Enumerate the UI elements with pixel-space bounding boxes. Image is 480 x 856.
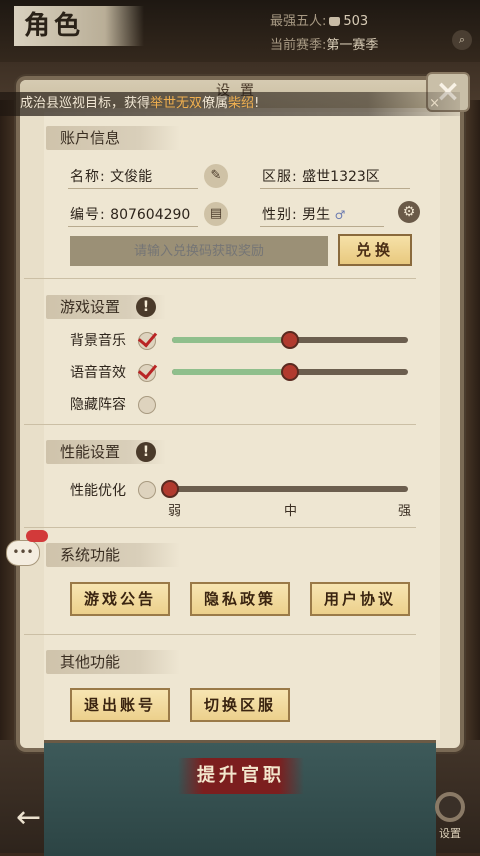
notice-highlight-name: 柴绍 [228,96,255,111]
id-underline [68,226,198,227]
section-account: 账户信息 [46,126,180,150]
scroll-icon[interactable]: ▤ [204,202,228,226]
optimize-checkbox[interactable] [138,481,156,499]
name-field: 名称: 文俊能 [70,166,152,186]
notice-middle: 僚属 [202,96,229,111]
gender-field: 性别: 男生 ♂ [262,204,345,224]
sfx-label: 语音音效 [70,365,126,381]
server-value: 盛世1323区 [302,169,380,185]
gender-value: 男生 [302,207,331,223]
section-system: 系统功能 [46,543,180,567]
switch-server-button[interactable]: 切换区服 [190,688,290,722]
server-underline [260,188,410,189]
sfx-slider[interactable] [172,363,408,381]
level-high-label: 强 [398,504,412,519]
announcement-button[interactable]: 游戏公告 [70,582,170,616]
divider-game [24,424,416,425]
gender-icon: ♂ [334,208,346,222]
bgm-slider[interactable] [172,331,408,349]
bgm-label: 背景音乐 [70,333,126,349]
chat-badge [26,530,48,542]
settings-corner-button[interactable]: 设置 [428,792,472,848]
user-agreement-button[interactable]: 用户协议 [310,582,410,616]
notice-close-icon[interactable]: × [429,92,440,116]
privacy-policy-button[interactable]: 隐私政策 [190,582,290,616]
strongest-label: 最强五人: [270,14,327,29]
divider-performance [24,527,416,528]
chat-icon[interactable]: ••• [6,540,40,566]
hide-lineup-checkbox[interactable] [138,396,156,414]
divider-account [24,278,416,279]
divider-system [24,634,416,635]
background-pillar-left [0,100,22,740]
help-icon-game[interactable]: ! [136,297,156,317]
performance-slider[interactable] [161,480,408,498]
name-underline [68,188,198,189]
sfx-slider-fill [172,369,290,375]
strongest-five: 最强五人: 503 [270,10,368,29]
bgm-slider-fill [172,337,290,343]
sfx-checkbox[interactable] [138,364,156,382]
crown-icon [329,17,341,26]
optimize-label: 性能优化 [70,483,126,499]
id-value: 807604290 [110,207,191,223]
promote-button[interactable]: 提升官职 [178,758,304,794]
server-label: 区服: [262,169,298,185]
back-arrow-icon[interactable]: ← [16,800,52,836]
notice-suffix: ! [254,96,260,111]
settings-corner-label: 设置 [439,827,461,840]
server-field: 区服: 盛世1323区 [262,166,380,186]
season-label: 当前赛季: [270,38,327,53]
settings-gear-icon [435,792,465,822]
current-season: 当前赛季:第一赛季 [270,34,378,53]
level-mid-label: 中 [284,504,298,519]
page-title: 角色 [14,6,144,46]
notice-highlight-rank: 举世无双 [150,96,203,111]
notice-prefix: 成治县巡视目标，获得 [20,96,151,111]
id-label: 编号: [70,207,106,223]
name-value: 文俊能 [110,169,153,185]
strongest-value: 503 [343,14,369,29]
search-icon[interactable]: ⌕ [452,30,472,50]
redeem-button[interactable]: 兑换 [338,234,412,266]
section-other: 其他功能 [46,650,180,674]
logout-button[interactable]: 退出账号 [70,688,170,722]
notice-banner: 成治县巡视目标，获得举世无双僚属柴绍! × [0,92,460,116]
id-field: 编号: 807604290 [70,204,190,224]
name-label: 名称: [70,169,106,185]
bgm-slider-knob[interactable] [281,331,299,349]
season-value: 第一赛季 [326,38,379,53]
background-pillar-right [462,100,480,740]
hide-lineup-label: 隐藏阵容 [70,397,126,413]
gear-icon[interactable]: ⚙ [398,201,420,223]
help-icon-performance[interactable]: ! [136,442,156,462]
gender-underline [260,226,384,227]
bgm-checkbox[interactable] [138,332,156,350]
sfx-slider-knob[interactable] [281,363,299,381]
brush-icon[interactable]: ✎ [204,164,228,188]
level-low-label: 弱 [168,504,182,519]
gender-label: 性别: [262,207,298,223]
redeem-code-input[interactable] [70,236,328,266]
performance-slider-knob[interactable] [161,480,179,498]
